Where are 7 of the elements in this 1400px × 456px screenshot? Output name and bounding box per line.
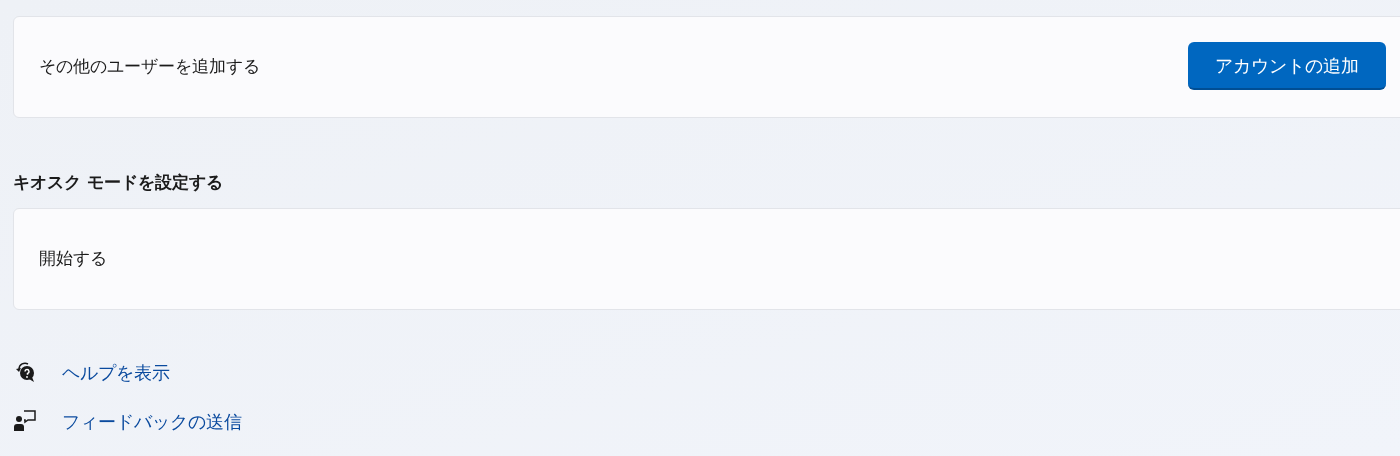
card-label: その他のユーザーを追加する	[39, 55, 260, 79]
feedback-icon	[13, 409, 37, 433]
help-link[interactable]: ヘルプを表示	[62, 358, 170, 386]
card-label: 開始する	[39, 247, 107, 271]
section-heading: キオスク モードを設定する	[13, 171, 224, 194]
feedback-link[interactable]: フィードバックの送信	[62, 407, 242, 435]
add-account-button[interactable]: アカウントの追加	[1188, 42, 1386, 90]
